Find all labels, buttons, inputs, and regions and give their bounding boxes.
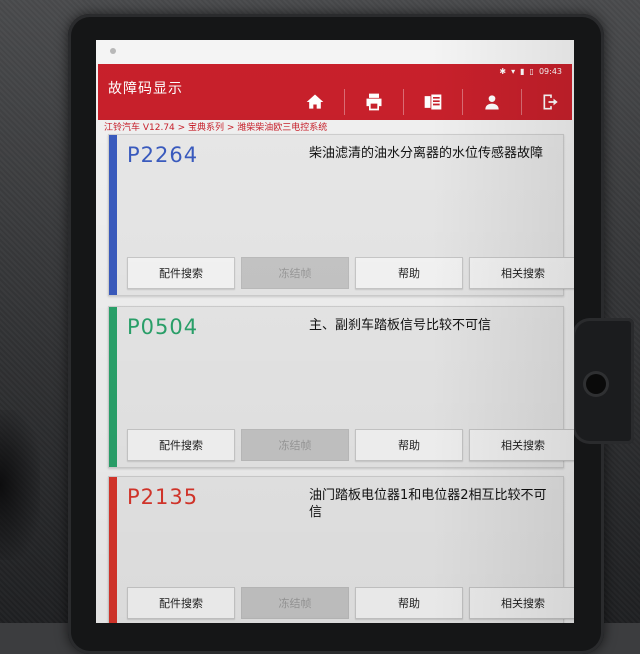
fault-code: P2264	[127, 143, 199, 167]
parts-search-button[interactable]: 配件搜索	[127, 257, 235, 289]
status-time: 09:43	[538, 67, 562, 76]
related-search-button[interactable]: 相关搜索	[469, 587, 574, 619]
help-button[interactable]: 帮助	[355, 587, 463, 619]
related-search-button[interactable]: 相关搜索	[469, 257, 574, 289]
fault-description: 油门踏板电位器1和电位器2相互比较不可信	[309, 488, 547, 520]
shadow	[0, 410, 40, 560]
bluetooth-icon: ✱	[499, 67, 507, 76]
print-button[interactable]	[345, 86, 403, 118]
user-button[interactable]	[463, 86, 521, 118]
fault-card: P2264 柴油滤清的油水分离器的水位传感器故障 配件搜索 冻结帧 帮助 相关搜…	[108, 134, 574, 296]
related-search-button[interactable]: 相关搜索	[469, 429, 574, 461]
fault-card: P0504 主、副刹车踏板信号比较不可信 配件搜索 冻结帧 帮助 相关搜索	[108, 306, 574, 468]
page-title: 故障码显示	[108, 81, 183, 97]
battery-icon: ▯	[529, 67, 534, 76]
home-icon	[306, 94, 324, 109]
exit-button[interactable]	[522, 86, 574, 118]
screen-top-edge	[96, 40, 574, 64]
exit-icon	[543, 94, 558, 110]
user-icon	[485, 95, 499, 110]
fault-description: 柴油滤清的油水分离器的水位传感器故障	[309, 146, 544, 161]
report-icon	[424, 94, 442, 110]
fault-color-stripe	[109, 135, 117, 295]
freeze-frame-button: 冻结帧	[241, 587, 349, 619]
wifi-icon: ▾	[511, 67, 516, 76]
fault-actions: 配件搜索 冻结帧 帮助 相关搜索	[127, 587, 574, 619]
fault-description: 主、副刹车踏板信号比较不可信	[309, 318, 492, 333]
screen: 故障码显示 ✱ ▾ ▮ ▯ 09:43 江铃汽车 V12.74 > 宝典系列 >…	[96, 40, 574, 623]
freeze-frame-button: 冻结帧	[241, 257, 349, 289]
fault-color-stripe	[109, 307, 117, 467]
help-button[interactable]: 帮助	[355, 429, 463, 461]
home-button[interactable]	[286, 86, 344, 118]
help-button[interactable]: 帮助	[355, 257, 463, 289]
status-bar: ✱ ▾ ▮ ▯ 09:43	[499, 67, 562, 76]
fault-color-stripe	[109, 477, 117, 623]
report-button[interactable]	[404, 86, 462, 118]
front-camera-icon	[110, 48, 116, 54]
signal-icon: ▮	[520, 67, 525, 76]
app-header: 故障码显示 ✱ ▾ ▮ ▯ 09:43	[98, 64, 572, 120]
camera-lens-icon	[586, 374, 606, 394]
fault-actions: 配件搜索 冻结帧 帮助 相关搜索	[127, 429, 574, 461]
printer-icon	[366, 93, 382, 111]
parts-search-button[interactable]: 配件搜索	[127, 429, 235, 461]
parts-search-button[interactable]: 配件搜索	[127, 587, 235, 619]
fault-code: P0504	[127, 315, 199, 339]
fault-actions: 配件搜索 冻结帧 帮助 相关搜索	[127, 257, 574, 289]
fault-card: P2135 油门踏板电位器1和电位器2相互比较不可信 配件搜索 冻结帧 帮助 相…	[108, 476, 574, 623]
freeze-frame-button: 冻结帧	[241, 429, 349, 461]
fault-code: P2135	[127, 485, 199, 509]
toolbar	[286, 86, 574, 118]
